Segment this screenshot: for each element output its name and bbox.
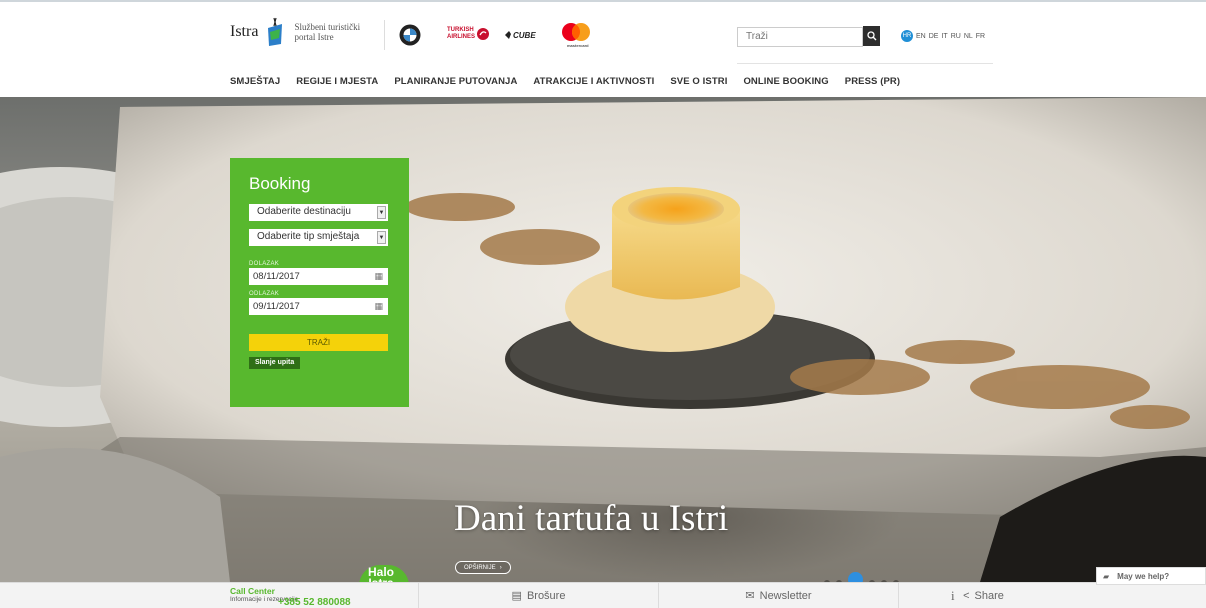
logo-tagline: Službeni turistički portal Istre — [294, 22, 360, 42]
booking-title: Booking — [249, 174, 311, 193]
turkish-airlines-text: TURKISH AIRLINES — [447, 27, 476, 40]
nav-item-online-booking[interactable]: ONLINE BOOKING — [743, 76, 828, 87]
nav-item-smjestaj[interactable]: SMJEŠTAJ — [230, 76, 280, 87]
chat-bubble-icon: ▰ — [1103, 571, 1110, 581]
arrival-label: DOLAZAK — [249, 261, 280, 267]
hero-title: Dani tartufa u Istri — [454, 498, 729, 539]
logo-tagline-line1: Službeni turistički — [294, 22, 361, 32]
envelope-icon: ✉ — [745, 590, 755, 602]
logo-divider — [384, 20, 385, 50]
departure-label: ODLAZAK — [249, 291, 280, 297]
lang-it[interactable]: IT — [941, 33, 947, 40]
lang-hr[interactable]: HR — [901, 30, 913, 42]
booking-panel: Booking Odaberite destinaciju ▼ Odaberit… — [230, 158, 409, 407]
lang-de[interactable]: DE — [929, 33, 939, 40]
departure-date-input[interactable]: 09/11/2017 ▦ — [249, 298, 388, 315]
header-rule — [737, 63, 993, 64]
site-header: Istra Službeni turistički portal Istre T… — [0, 2, 1206, 97]
help-label: May we help? — [1117, 571, 1170, 581]
booking-search-button[interactable]: TRAŽI — [249, 334, 388, 351]
call-center-phone[interactable]: +385 52 880088 — [278, 597, 351, 608]
lang-en[interactable]: EN — [916, 33, 926, 40]
mastercard-logo-icon[interactable]: mastercard — [560, 22, 592, 48]
arrival-date-value: 08/11/2017 — [253, 271, 300, 282]
hero-slider: Dani tartufa u Istri OPŠIRNIJE › — [0, 97, 1206, 582]
share-icon: < — [963, 589, 970, 602]
search-button[interactable] — [863, 26, 880, 46]
share-link[interactable]: < Share — [898, 583, 1068, 608]
svg-text:mastercard: mastercard — [567, 43, 589, 48]
chevron-down-icon: ▼ — [377, 231, 386, 244]
more-button[interactable]: OPŠIRNIJE › — [455, 561, 511, 574]
accommodation-select[interactable]: Odaberite tip smještaja ▼ — [249, 229, 388, 246]
istra-logo[interactable]: Istra Službeni turistički portal Istre — [230, 16, 360, 48]
help-chat-widget[interactable]: ▰ May we help? — [1096, 567, 1206, 585]
lang-fr[interactable]: FR — [976, 33, 985, 40]
istra-logo-icon — [264, 16, 286, 48]
bmw-logo-icon[interactable] — [399, 24, 421, 46]
language-switcher: HR EN DE IT RU NL FR — [901, 30, 985, 42]
more-button-label: OPŠIRNIJE — [464, 564, 496, 571]
destination-select[interactable]: Odaberite destinaciju ▼ — [249, 204, 388, 221]
nav-item-sve-o-istri[interactable]: SVE O ISTRI — [670, 76, 727, 87]
destination-select-value: Odaberite destinaciju — [257, 206, 351, 217]
logo-word: Istra — [230, 23, 259, 40]
footer-links: ▤ Brošure ✉ Newsletter < Share — [418, 583, 1068, 608]
lang-nl[interactable]: NL — [964, 33, 973, 40]
arrival-date-input[interactable]: 08/11/2017 ▦ — [249, 268, 388, 285]
search-box — [737, 26, 880, 47]
chevron-right-icon: › — [499, 564, 502, 571]
calendar-icon[interactable]: ▦ — [374, 301, 383, 312]
accommodation-select-value: Odaberite tip smještaja — [257, 231, 360, 242]
search-input[interactable] — [737, 26, 863, 47]
nav-item-atrakcije[interactable]: ATRAKCIJE I AKTIVNOSTI — [533, 76, 654, 87]
nav-item-press[interactable]: PRESS (PR) — [845, 76, 900, 87]
chevron-down-icon: ▼ — [377, 206, 386, 219]
slider-dot-active[interactable] — [848, 572, 863, 582]
call-center-title: Call Center — [230, 586, 275, 596]
nav-item-regije[interactable]: REGIJE I MJESTA — [296, 76, 378, 87]
calendar-icon[interactable]: ▦ — [374, 271, 383, 282]
departure-date-value: 09/11/2017 — [253, 301, 300, 312]
turkish-airlines-logo-icon[interactable]: TURKISH AIRLINES — [447, 27, 490, 41]
book-icon: ▤ — [511, 590, 522, 602]
lang-ru[interactable]: RU — [951, 33, 961, 40]
send-inquiry-button[interactable]: Slanje upita — [249, 357, 301, 369]
logo-tagline-line2: portal Istre — [294, 32, 334, 42]
search-icon — [866, 31, 876, 41]
cube-logo-icon[interactable]: CUBE — [505, 30, 543, 40]
svg-text:CUBE: CUBE — [513, 31, 536, 40]
newsletter-label: Newsletter — [759, 589, 812, 602]
newsletter-link[interactable]: ✉ Newsletter — [658, 583, 898, 608]
nav-item-planiranje[interactable]: PLANIRANJE PUTOVANJA — [394, 76, 517, 87]
main-nav: SMJEŠTAJ REGIJE I MJESTA PLANIRANJE PUTO… — [230, 76, 900, 87]
share-label: Share — [974, 589, 1004, 602]
brochures-link[interactable]: ▤ Brošure — [418, 583, 658, 608]
bottom-bar: Call Center Informacije i rezervacije +3… — [0, 582, 1206, 608]
info-icon[interactable]: i — [951, 588, 955, 604]
brochures-label: Brošure — [526, 589, 566, 602]
